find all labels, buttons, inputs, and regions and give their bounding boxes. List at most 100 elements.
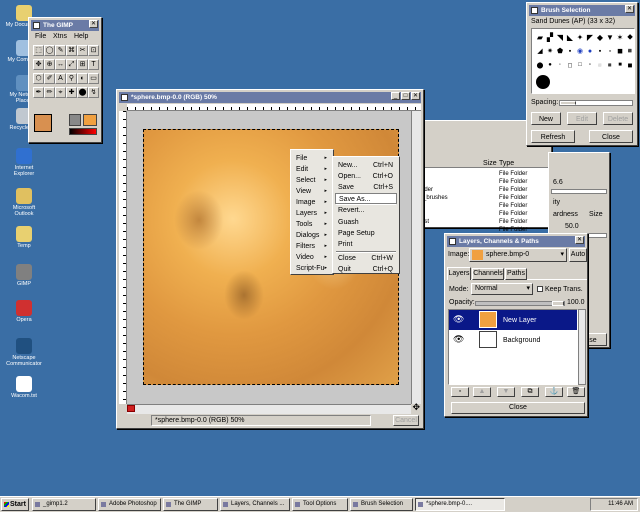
file-menu-item[interactable]: Revert... bbox=[335, 205, 397, 216]
image-menu-item[interactable]: Dialogs ▸ bbox=[293, 230, 331, 241]
airbrush-icon[interactable]: A bbox=[55, 73, 66, 84]
minimize-icon[interactable]: _ bbox=[391, 92, 400, 100]
maximize-icon[interactable]: □ bbox=[401, 92, 410, 100]
image-menu-item[interactable]: Image ▸ bbox=[293, 197, 331, 208]
brush-thumbnail[interactable]: ◼ bbox=[615, 46, 625, 56]
desktop-icon-internet-explorer[interactable]: Internet Explorer bbox=[4, 148, 44, 177]
new-brush-button[interactable]: New bbox=[531, 112, 561, 125]
file-row[interactable]: File Folder bbox=[421, 210, 551, 218]
rect-select-icon[interactable]: ⬚ bbox=[33, 45, 44, 56]
close-icon[interactable]: ✕ bbox=[411, 92, 420, 100]
image-menu-item[interactable]: View ▸ bbox=[293, 186, 331, 197]
fuzzy-select-icon[interactable]: ⌘ bbox=[66, 45, 77, 56]
brush-thumbnail[interactable]: ■ bbox=[615, 60, 625, 70]
brush-thumbnail[interactable]: ⬟ bbox=[555, 46, 565, 56]
delete-layer-icon[interactable]: 🗑 bbox=[567, 387, 585, 397]
file-row[interactable]: lder File Folder bbox=[421, 186, 551, 194]
brush-thumbnail[interactable]: ◣ bbox=[565, 32, 575, 42]
layer-row[interactable]: 👁 New Layer bbox=[449, 310, 577, 330]
brush-thumbnail[interactable]: ◻ bbox=[565, 60, 575, 70]
image-menu-item[interactable]: Edit ▸ bbox=[293, 164, 331, 175]
vertical-scrollbar[interactable] bbox=[411, 111, 421, 404]
rotate-icon[interactable]: ⤢ bbox=[66, 59, 77, 70]
bezier-icon[interactable]: ⊡ bbox=[88, 45, 99, 56]
eye-icon[interactable]: 👁 bbox=[453, 334, 464, 345]
taskbar-item[interactable]: Brush Selection bbox=[350, 498, 413, 511]
brush-thumbnail[interactable]: ▪ bbox=[565, 46, 575, 56]
brush-thumbnail[interactable]: ✦ bbox=[575, 32, 585, 42]
free-select-icon[interactable]: ✎ bbox=[55, 45, 66, 56]
keep-trans-checkbox[interactable] bbox=[537, 286, 543, 292]
file-menu-item[interactable]: New... Ctrl+N bbox=[335, 160, 397, 171]
tab-layers[interactable]: Layers bbox=[447, 267, 471, 280]
brush-thumbnail[interactable]: ◼ bbox=[625, 60, 635, 70]
desktop-icon-wacom-txt[interactable]: Wacom.txt bbox=[4, 376, 44, 399]
brush-thumbnail[interactable]: ▫ bbox=[585, 60, 595, 70]
brush-thumbnail[interactable]: ◆ bbox=[595, 32, 605, 42]
anchor-layer-icon[interactable]: ⚓ bbox=[545, 387, 563, 397]
close-icon[interactable]: ✕ bbox=[625, 5, 634, 13]
horizontal-scrollbar[interactable] bbox=[127, 404, 411, 414]
taskbar-item[interactable]: Adobe Photoshop bbox=[98, 498, 161, 511]
image-select[interactable]: sphere.bmp-0 ▾ bbox=[469, 248, 567, 262]
taskbar-item[interactable]: *sphere.bmp-0.... bbox=[415, 498, 505, 511]
desktop-icon-opera[interactable]: Opera bbox=[4, 300, 44, 323]
brush-thumbnail[interactable]: ◥ bbox=[555, 32, 565, 42]
lower-layer-icon[interactable]: ▼ bbox=[497, 387, 515, 397]
brush-thumbnail[interactable]: ▰ bbox=[535, 32, 545, 42]
magnify-icon[interactable]: ⊕ bbox=[44, 59, 55, 70]
spacing-slider[interactable] bbox=[559, 100, 633, 106]
toolbox-window[interactable]: The GIMP ✕ File Xtns Help ⬚ ◯ ✎ ⌘ ✂ ⊡ ✥ ⊕ ↔ ⤢ ⊞ T ⬡ ✐… bbox=[28, 17, 102, 143]
layers-window[interactable]: Layers, Channels & Paths ✕ Image: sphere… bbox=[444, 233, 588, 417]
pencil-icon[interactable]: ✐ bbox=[44, 73, 55, 84]
flip-icon[interactable]: ⊞ bbox=[77, 59, 88, 70]
tool-option-size[interactable]: Size bbox=[589, 211, 603, 218]
taskbar-item[interactable]: Tool Options bbox=[292, 498, 348, 511]
brush-thumbnail[interactable]: ▫ bbox=[605, 46, 615, 56]
file-menu-item[interactable]: Guash bbox=[335, 217, 397, 228]
edit-brush-button[interactable]: Edit bbox=[567, 112, 597, 125]
col-type[interactable]: Type bbox=[499, 160, 514, 167]
start-button[interactable]: Start bbox=[1, 498, 29, 511]
menu-help[interactable]: Help bbox=[74, 33, 88, 40]
quickmask-icon[interactable] bbox=[127, 405, 135, 412]
col-size[interactable]: Size bbox=[483, 160, 497, 167]
dodge-icon[interactable]: ◐ bbox=[77, 73, 88, 84]
image-menu-item[interactable]: Video ▸ bbox=[293, 252, 331, 263]
image-menu-item[interactable]: Filters ▸ bbox=[293, 241, 331, 252]
taskbar-item[interactable]: _gimp1.2 bbox=[32, 498, 96, 511]
refresh-button[interactable]: Refresh bbox=[531, 130, 575, 143]
close-icon[interactable]: ✕ bbox=[89, 20, 98, 28]
layer-row[interactable]: 👁 Background bbox=[449, 330, 577, 350]
auto-button[interactable]: Auto bbox=[569, 248, 587, 262]
layer-list-scrollbar[interactable] bbox=[578, 309, 586, 385]
delete-brush-button[interactable]: Delete bbox=[603, 112, 633, 125]
menu-xtns[interactable]: Xtns bbox=[53, 33, 67, 40]
ellipse-select-icon[interactable]: ◯ bbox=[44, 45, 55, 56]
brush-selection-window[interactable]: Brush Selection ✕ Sand Dunes (AP) (33 x … bbox=[526, 2, 638, 146]
eraser-icon[interactable]: ▭ bbox=[88, 73, 99, 84]
layers-titlebar[interactable]: Layers, Channels & Paths bbox=[447, 236, 585, 247]
brush-thumbnail[interactable]: ◦ bbox=[555, 60, 565, 70]
paintbrush-icon[interactable]: ✏ bbox=[44, 87, 55, 98]
file-row[interactable]: File Folder bbox=[421, 170, 551, 178]
pattern-preview-icon[interactable] bbox=[83, 114, 97, 126]
file-submenu[interactable]: New... Ctrl+N Open... Ctrl+O Save Ctrl+S Save … bbox=[332, 156, 400, 274]
file-menu-item[interactable]: Save Ctrl+S bbox=[335, 182, 397, 193]
smudge-icon[interactable]: ↯ bbox=[88, 87, 99, 98]
image-menu-item[interactable]: Select ▸ bbox=[293, 175, 331, 186]
tool-option-slider1[interactable] bbox=[551, 189, 607, 194]
brush-thumbnail[interactable]: □ bbox=[575, 60, 585, 70]
brush-thumbnail[interactable]: ● bbox=[545, 60, 555, 70]
foreground-color[interactable] bbox=[34, 114, 52, 132]
measure-icon[interactable]: ⚲ bbox=[66, 73, 77, 84]
brush-thumbnail[interactable]: ✷ bbox=[545, 46, 555, 56]
file-menu-item[interactable]: Open... Ctrl+O bbox=[335, 171, 397, 182]
mode-select[interactable]: Normal ▾ bbox=[471, 283, 533, 295]
image-context-menu[interactable]: File ▸ Edit ▸ Select ▸ View ▸ Image ▸ Layers ▸ Tools… bbox=[290, 149, 334, 275]
file-menu-item[interactable]: Quit Ctrl+Q bbox=[335, 264, 397, 275]
taskbar-item[interactable]: The GIMP bbox=[163, 498, 218, 511]
navigate-icon[interactable]: ✥ bbox=[412, 402, 420, 413]
brush-thumbnail[interactable]: ◢ bbox=[535, 46, 545, 56]
move-icon[interactable]: ✥ bbox=[33, 59, 44, 70]
